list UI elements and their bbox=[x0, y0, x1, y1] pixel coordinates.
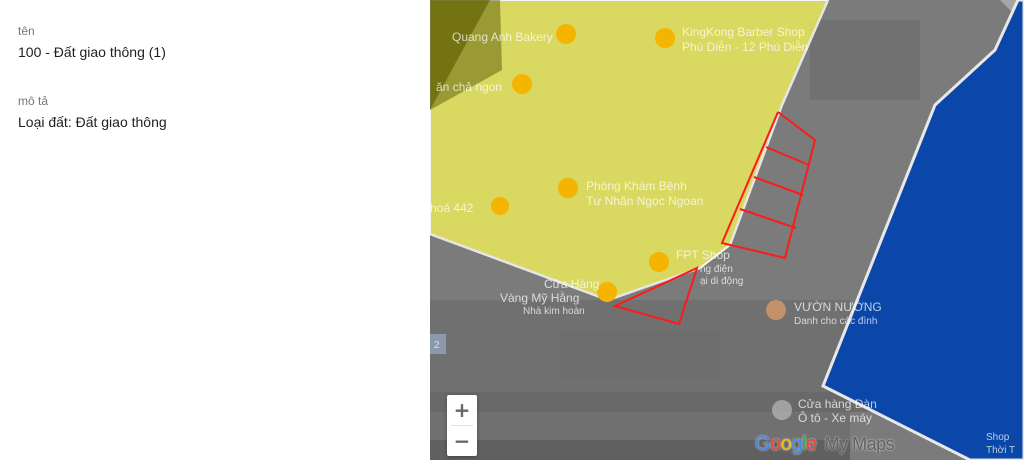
map-canvas[interactable]: Quang Anh Bakery KingKong Barber Shop Ph… bbox=[430, 0, 1024, 460]
vuon-pin-icon bbox=[766, 300, 786, 320]
place-label-barber1: KingKong Barber Shop bbox=[682, 25, 805, 39]
place-label-barber2: Phú Diễn - 12 Phú Diễn bbox=[682, 39, 808, 54]
my-maps-label: My Maps bbox=[824, 434, 895, 454]
restaurant-pin-icon bbox=[512, 74, 532, 94]
description-label: mô tả bbox=[18, 94, 49, 108]
place-label-shop2: Thời T bbox=[986, 445, 1015, 456]
place-label-jewel1: Cửa Hàng bbox=[544, 277, 599, 291]
road-number-label: 2 bbox=[434, 340, 440, 351]
building-block bbox=[810, 20, 920, 100]
place-label-vuon1: VƯỜN NƯỚNG bbox=[794, 299, 882, 314]
place-label-phone2: ại di động bbox=[700, 276, 743, 287]
place-label-restaurant: ăn chả ngon bbox=[436, 80, 502, 94]
info-panel: tên 100 - Đất giao thông (1) mô tả Loại … bbox=[0, 0, 430, 460]
clinic-pin-icon bbox=[558, 178, 578, 198]
place-label-car1: Cửa hàng Đàn bbox=[798, 397, 877, 411]
zoom-in-button[interactable]: + bbox=[447, 395, 477, 425]
jewel-pin-icon bbox=[597, 282, 617, 302]
name-label: tên bbox=[18, 24, 35, 38]
place-label-khoa: hoá 442 bbox=[430, 201, 474, 215]
khoa-pin-icon bbox=[491, 197, 509, 215]
car-pin-icon bbox=[772, 400, 792, 420]
name-value: 100 - Đất giao thông (1) bbox=[18, 44, 166, 60]
place-label-jewel3: Nhà kim hoàn bbox=[523, 306, 585, 317]
barber-pin-icon bbox=[655, 28, 675, 48]
place-label-vuon2: Danh cho các đình bbox=[794, 316, 877, 327]
bakery-pin-icon bbox=[556, 24, 576, 44]
place-label-car2: Ô tô - Xe máy bbox=[798, 410, 872, 425]
place-label-phone1: ng điện bbox=[700, 264, 733, 275]
place-label-shop1: Shop bbox=[986, 432, 1010, 443]
tree-area bbox=[560, 330, 720, 380]
place-label-clinic2: Tư Nhân Ngọc Ngoan bbox=[586, 194, 703, 208]
fpt-pin-icon bbox=[649, 252, 669, 272]
place-label-bakery: Quang Anh Bakery bbox=[452, 30, 553, 44]
place-label-fpt: FPT Shop bbox=[676, 248, 730, 262]
place-label-clinic1: Phòng Khám Bệnh bbox=[586, 179, 687, 193]
zoom-control: + − bbox=[447, 395, 477, 456]
description-value: Loại đất: Đất giao thông bbox=[18, 114, 167, 130]
map-view[interactable]: Quang Anh Bakery KingKong Barber Shop Ph… bbox=[430, 0, 1024, 460]
place-label-jewel2: Vàng Mỹ Hằng bbox=[500, 290, 579, 305]
zoom-out-button[interactable]: − bbox=[447, 426, 477, 456]
google-wordmark: Google bbox=[755, 433, 817, 455]
google-my-maps-logo: Google My Maps bbox=[755, 433, 895, 456]
